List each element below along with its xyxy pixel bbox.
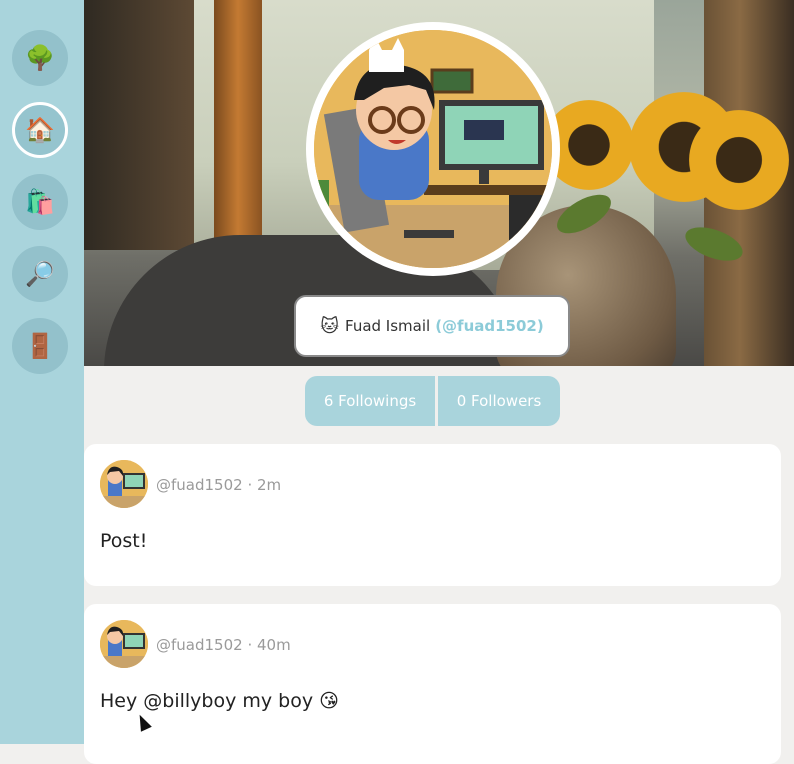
home-icon: 🏠 <box>25 116 55 144</box>
followings-button[interactable]: 6 Followings <box>305 376 435 426</box>
follow-stats: 6 Followings 0 Followers <box>305 376 560 426</box>
profile-name-pill: 🐱 Fuad Ismail (@fuad1502) <box>294 295 570 357</box>
post-card[interactable]: @fuad1502 · 2m Post! <box>84 444 781 586</box>
tree-icon: 🌳 <box>25 44 55 72</box>
post-body: Post! <box>100 530 148 552</box>
post-body: Hey @billyboy my boy 😘 <box>100 690 339 712</box>
post-avatar[interactable] <box>100 620 148 668</box>
post-meta: @fuad1502 · 2m <box>156 476 282 494</box>
pixel-art-avatar <box>314 30 552 268</box>
post-meta: @fuad1502 · 40m <box>156 636 291 654</box>
search-icon: 🔎 <box>25 260 55 288</box>
sidebar: 🌳 🏠 🛍️ 🔎 🚪 <box>0 0 84 744</box>
home-nav-button[interactable]: 🏠 <box>12 102 68 158</box>
shopping-bags-icon: 🛍️ <box>25 188 55 216</box>
post-card[interactable]: @fuad1502 · 40m Hey @billyboy my boy 😘 <box>84 604 781 764</box>
user-handle: (@fuad1502) <box>435 317 544 335</box>
sunflower <box>689 110 789 210</box>
display-name: Fuad Ismail <box>345 317 431 335</box>
followers-button[interactable]: 0 Followers <box>438 376 560 426</box>
profile-avatar[interactable] <box>306 22 560 276</box>
cat-face-icon: 🐱 <box>320 315 340 337</box>
tree-nav-button[interactable]: 🌳 <box>12 30 68 86</box>
shopping-nav-button[interactable]: 🛍️ <box>12 174 68 230</box>
search-nav-button[interactable]: 🔎 <box>12 246 68 302</box>
logout-nav-button[interactable]: 🚪 <box>12 318 68 374</box>
post-avatar[interactable] <box>100 460 148 508</box>
door-icon: 🚪 <box>25 332 55 360</box>
